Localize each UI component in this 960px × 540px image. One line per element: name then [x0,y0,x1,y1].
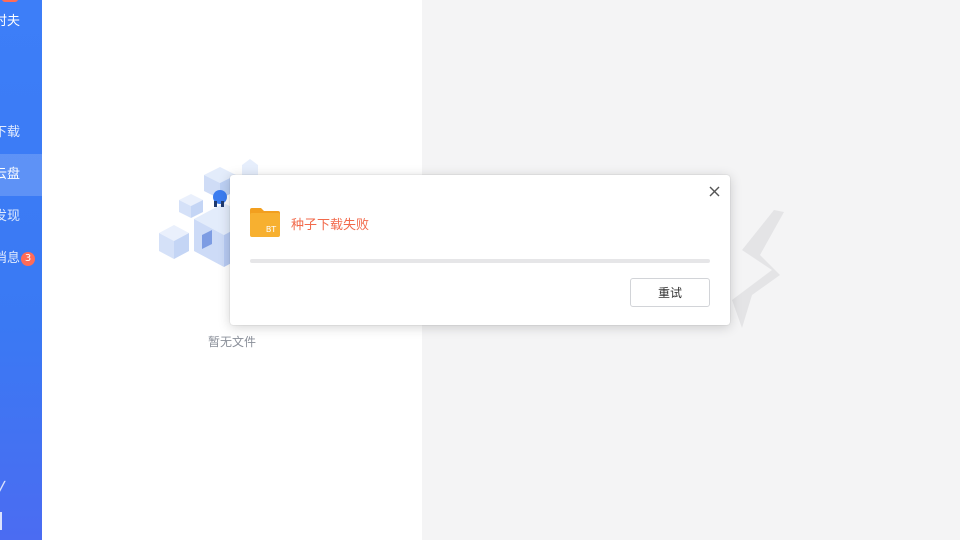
sidebar-item-discover[interactable]: 发现 [0,196,42,238]
close-icon [709,186,719,196]
retry-button[interactable]: 重试 [630,278,710,307]
bt-folder-icon: BT [250,208,280,237]
progress-bar [250,259,710,263]
message-count-badge: 3 [21,251,36,266]
settings-icon[interactable]: / [0,478,6,499]
sidebar-item-cloud-disk[interactable]: 云盘 [0,154,42,196]
user-name[interactable]: 时夫 [0,10,20,29]
menu-icon[interactable] [0,512,2,530]
error-message: 种子下载失败 [291,217,370,232]
bt-label: BT [266,225,276,234]
notification-dot [2,0,18,2]
sidebar-item-label: 云盘 [0,167,21,182]
sidebar-item-label: 消息 [0,251,21,266]
sidebar-item-label: 下载 [0,125,21,140]
sidebar-item-download[interactable]: 下载 [0,112,42,154]
close-button[interactable] [704,181,724,201]
empty-state-text: 暂无文件 [208,335,257,349]
sidebar-item-label: 发现 [0,209,21,224]
download-failed-dialog: BT 种子下载失败 重试 [230,175,730,325]
sidebar: 时夫 下载 云盘 发现 消息 3 / [0,0,42,540]
sidebar-item-messages[interactable]: 消息 3 [0,238,42,280]
